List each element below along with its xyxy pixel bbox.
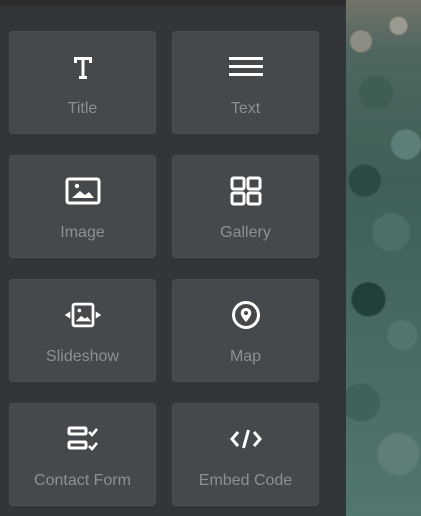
gallery-label: Gallery: [220, 224, 271, 241]
title-label: Title: [67, 100, 98, 117]
panel-top-strip: [0, 0, 346, 6]
embed-code-icon: [226, 421, 266, 457]
text-label: Text: [230, 100, 261, 117]
map-pin-icon: [226, 297, 266, 333]
gallery-tile[interactable]: Gallery: [172, 155, 319, 258]
title-icon: [63, 49, 103, 85]
slideshow-tile[interactable]: Slideshow: [9, 279, 156, 382]
page: Title Text Image Gallery Slideshow Map C…: [0, 0, 421, 516]
contact-form-icon: [63, 421, 103, 457]
image-icon: [63, 173, 103, 209]
gallery-icon: [226, 173, 266, 209]
contact-form-label: Contact Form: [34, 472, 131, 489]
text-tile[interactable]: Text: [172, 31, 319, 134]
title-tile[interactable]: Title: [9, 31, 156, 134]
map-label: Map: [229, 348, 262, 365]
background-aerial-image: [346, 0, 421, 516]
image-tile[interactable]: Image: [9, 155, 156, 258]
contact-form-tile[interactable]: Contact Form: [9, 403, 156, 506]
map-tile[interactable]: Map: [172, 279, 319, 382]
embed-code-tile[interactable]: Embed Code: [172, 403, 319, 506]
add-element-panel: Title Text Image Gallery Slideshow Map C…: [0, 0, 346, 516]
image-label: Image: [60, 224, 105, 241]
text-icon: [226, 49, 266, 85]
embed-code-label: Embed Code: [198, 472, 293, 489]
slideshow-label: Slideshow: [46, 348, 119, 365]
slideshow-icon: [63, 297, 103, 333]
